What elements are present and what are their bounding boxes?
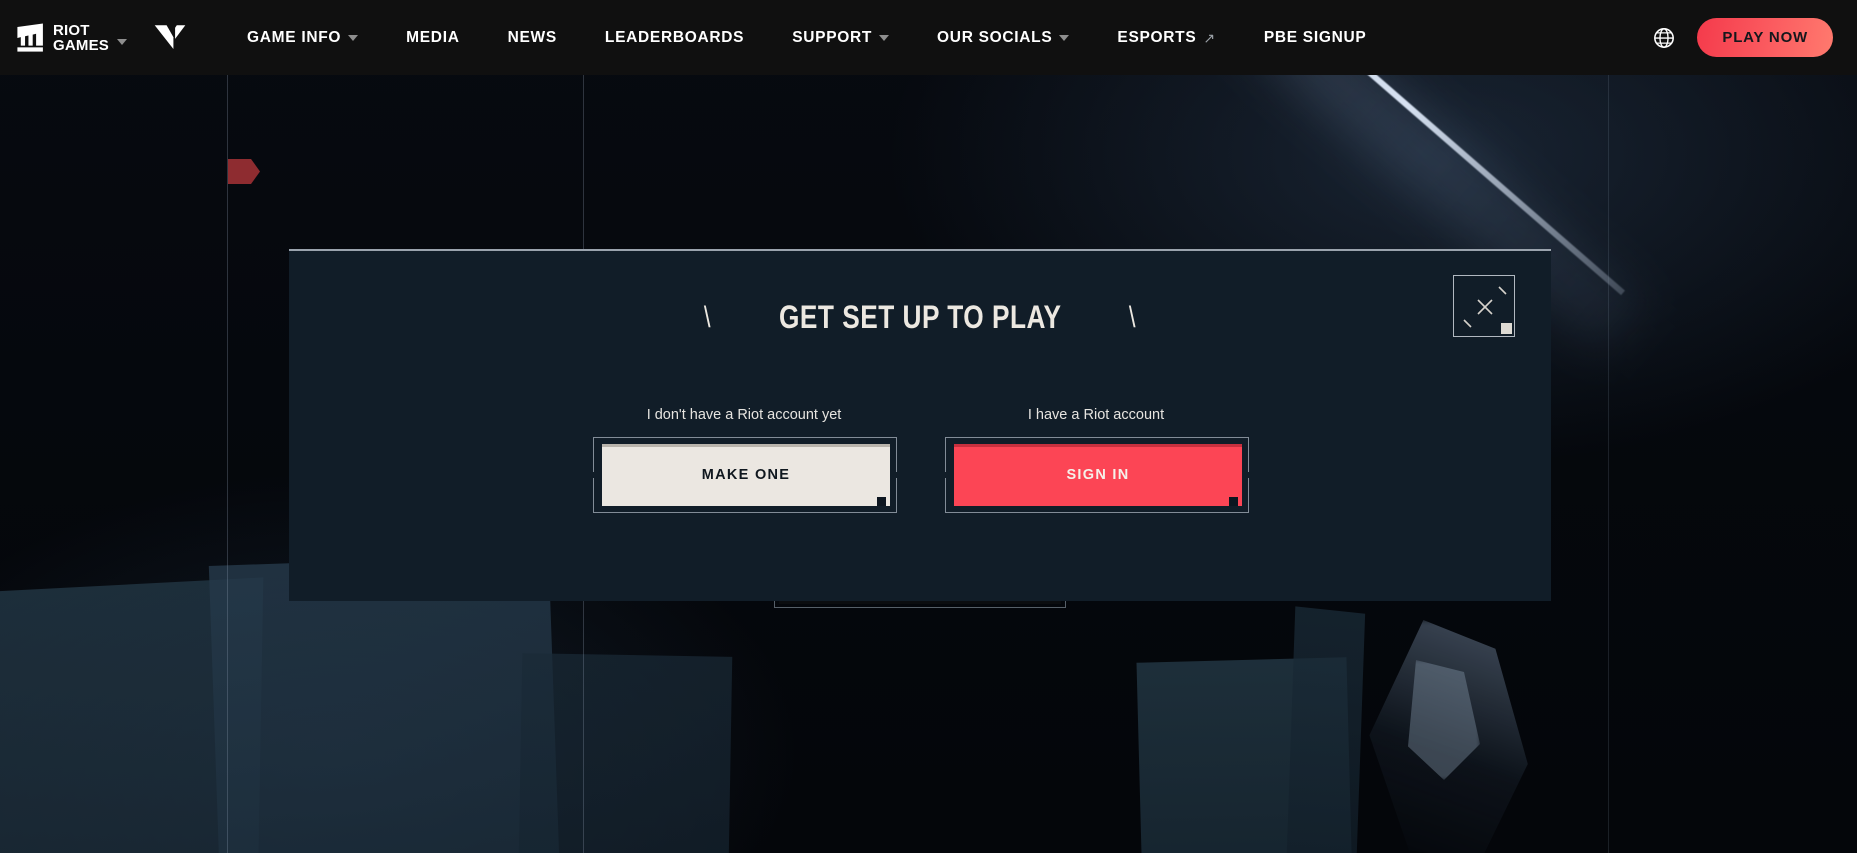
nav-item-label: NEWS — [507, 29, 557, 46]
nav-item-news[interactable]: NEWS — [484, 0, 581, 75]
nav-item-leaderboards[interactable]: LEADERBOARDS — [581, 0, 768, 75]
nav-item-label: LEADERBOARDS — [604, 29, 745, 46]
nav-item-pbe-signup[interactable]: PBE SIGNUP — [1240, 0, 1391, 75]
background-gridline — [227, 75, 228, 853]
make-one-button[interactable]: MAKE ONE — [602, 444, 890, 506]
close-modal-button[interactable] — [1453, 275, 1515, 337]
riot-fist-icon — [17, 23, 43, 52]
choice-label-make-account: I don't have a Riot account yet — [646, 407, 842, 423]
riot-logo-line1: RIOT — [53, 21, 90, 39]
modal-title: GET SET UP TO PLAY — [778, 299, 1062, 335]
background-gridline — [1608, 75, 1609, 853]
nav-item-label: PBE SIGNUP — [1263, 29, 1367, 46]
title-slash-left: \ — [704, 300, 711, 334]
chevron-down-icon — [348, 34, 359, 41]
nav-item-media[interactable]: MEDIA — [382, 0, 483, 75]
nav-item-label: MEDIA — [406, 29, 460, 46]
button-corner-notch — [877, 497, 886, 506]
external-link-icon: ↗ — [1203, 29, 1216, 46]
background-structure-shape — [517, 653, 733, 853]
button-corner-notch — [1229, 497, 1238, 506]
riot-games-logo[interactable]: RIOT GAMES — [14, 21, 128, 54]
make-one-button-frame: MAKE ONE — [593, 437, 897, 513]
chevron-down-icon — [1059, 34, 1070, 41]
nav-item-label: SUPPORT — [792, 29, 873, 46]
title-slash-right: \ — [1129, 300, 1136, 334]
modal-title-row: \ GET SET UP TO PLAY \ — [289, 299, 1551, 336]
nav-item-label: GAME INFO — [247, 29, 342, 46]
globe-icon[interactable] — [1653, 27, 1675, 49]
close-corner-accent — [1501, 323, 1512, 334]
chevron-down-icon — [117, 38, 128, 45]
play-now-button[interactable]: PLAY NOW — [1697, 18, 1833, 57]
choice-label-sign-in: I have a Riot account — [1027, 407, 1165, 423]
nav-item-game-info[interactable]: GAME INFO — [223, 0, 382, 75]
nav-links: GAME INFO MEDIA NEWS LEADERBOARDS SUPPOR… — [223, 0, 1653, 75]
chevron-down-icon — [879, 34, 890, 41]
sign-in-button[interactable]: SIGN IN — [954, 444, 1242, 506]
get-set-up-modal: \ GET SET UP TO PLAY \ I don't have a Ri… — [289, 249, 1551, 601]
nav-item-support[interactable]: SUPPORT — [768, 0, 913, 75]
page-root: RIOT GAMES GAME INFO MEDIA NEWS LEADERBO… — [0, 0, 1857, 853]
nav-item-label: ESPORTS — [1117, 29, 1197, 46]
riot-logo-line2: GAMES — [53, 36, 110, 54]
valorant-v-icon[interactable] — [153, 23, 187, 53]
nav-right-actions: PLAY NOW — [1653, 18, 1833, 57]
sign-in-button-frame: SIGN IN — [945, 437, 1249, 513]
background-structure-shape — [1284, 606, 1366, 853]
choice-make-account: I don't have a Riot account yet MAKE ONE — [593, 407, 897, 513]
nav-item-label: OUR SOCIALS — [937, 29, 1053, 46]
nav-item-esports[interactable]: ESPORTS ↗ — [1093, 0, 1239, 75]
account-choices: I don't have a Riot account yet MAKE ONE… — [289, 407, 1551, 513]
nav-item-our-socials[interactable]: OUR SOCIALS — [913, 0, 1093, 75]
choice-sign-in: I have a Riot account SIGN IN — [945, 407, 1249, 513]
top-navigation-bar: RIOT GAMES GAME INFO MEDIA NEWS LEADERBO… — [0, 0, 1857, 75]
